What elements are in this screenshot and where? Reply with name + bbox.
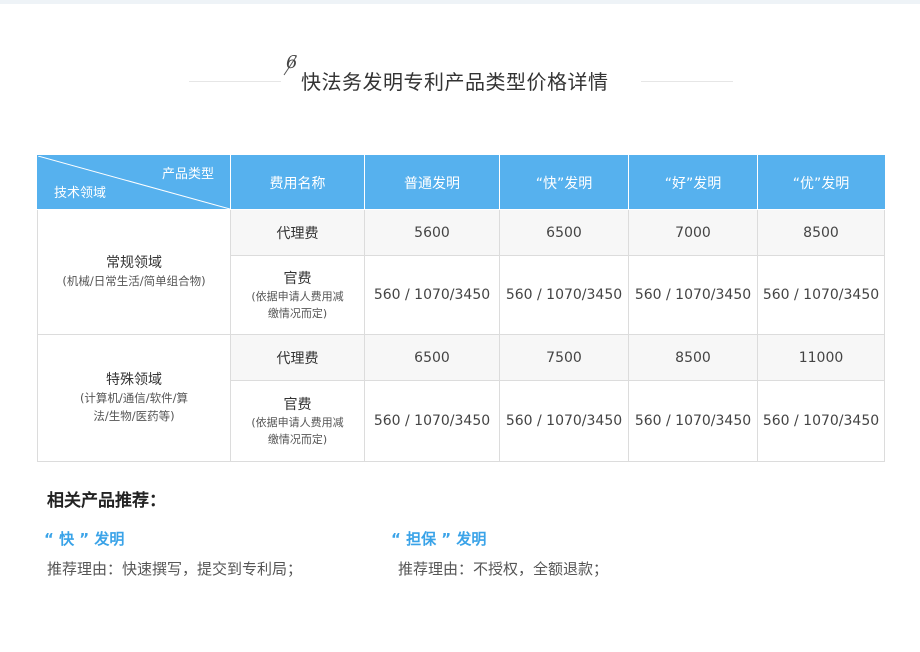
recommend-item-guarantee: “ 担保 ” 发明 推荐理由：不授权，全额退款； — [391, 528, 608, 579]
price-cell: 560 / 1070/3450 — [364, 255, 500, 335]
domain-description: (计算机/通信/软件/算法/生物/医药等) — [79, 391, 189, 423]
recommend-reason: 推荐理由：快速撰写，提交到专利局； — [47, 560, 303, 578]
price-cell: 560 / 1070/3450 — [757, 380, 885, 462]
price-table: 产品类型 技术领域 费用名称 普通发明 “快”发明 “好”发明 “优”发明 常规… — [37, 155, 885, 462]
price-cell: 560 / 1070/3450 — [757, 255, 885, 335]
header-fee-name: 费用名称 — [230, 155, 365, 210]
domain-name: 特殊领域 — [106, 372, 162, 388]
price-cell: 560 / 1070/3450 — [628, 380, 758, 462]
price-cell: 8500 — [628, 334, 758, 381]
price-cell: 6500 — [499, 209, 629, 256]
domain-cell-special: 特殊领域 (计算机/通信/软件/算法/生物/医药等) — [37, 334, 231, 462]
title-divider-left — [189, 81, 281, 82]
domain-name: 常规领域 — [106, 255, 162, 271]
recommend-link-guarantee-invention[interactable]: “ 担保 ” 发明 — [391, 528, 608, 549]
page-title: 快法务发明专利产品类型价格详情 — [301, 70, 609, 94]
table-header-row: 产品类型 技术领域 费用名称 普通发明 “快”发明 “好”发明 “优”发明 — [37, 155, 885, 210]
fee-note: (依据申请人费用减缴情况而定) — [251, 290, 344, 320]
price-cell: 6500 — [364, 334, 500, 381]
corner-label-tech-domain: 技术领域 — [54, 186, 107, 201]
fee-label: 官费 — [283, 397, 312, 413]
title-number: 6 — [286, 52, 298, 73]
price-cell: 560 / 1070/3450 — [364, 380, 500, 462]
fee-label: 官费 — [283, 271, 312, 287]
recommend-reason: 推荐理由：不授权，全额退款； — [398, 560, 609, 578]
table-row: 常规领域 (机械/日常生活/简单组合物) 代理费 5600 6500 7000 … — [37, 209, 885, 335]
fee-note: (依据申请人费用减缴情况而定) — [251, 416, 344, 446]
price-cell: 560 / 1070/3450 — [499, 380, 629, 462]
fee-name-agent: 代理费 — [230, 334, 365, 381]
price-cell: 560 / 1070/3450 — [499, 255, 629, 335]
table-row: 特殊领域 (计算机/通信/软件/算法/生物/医药等) 代理费 6500 7500… — [37, 334, 885, 462]
recommend-item-fast: “ 快 ” 发明 推荐理由：快速撰写，提交到专利局； — [44, 528, 302, 579]
recommend-link-fast-invention[interactable]: “ 快 ” 发明 — [44, 528, 302, 549]
header-premium-invention: “优”发明 — [757, 155, 885, 210]
header-good-invention: “好”发明 — [628, 155, 758, 210]
header-normal-invention: 普通发明 — [364, 155, 500, 210]
corner-header: 产品类型 技术领域 — [37, 155, 231, 210]
fee-name-official: 官费 (依据申请人费用减缴情况而定) — [230, 380, 365, 462]
price-cell: 560 / 1070/3450 — [628, 255, 758, 335]
fee-name-agent: 代理费 — [230, 209, 365, 256]
header-fast-invention: “快”发明 — [499, 155, 629, 210]
price-cell: 7500 — [499, 334, 629, 381]
section-title: 6 快法务发明专利产品类型价格详情 — [0, 52, 920, 98]
domain-cell-regular: 常规领域 (机械/日常生活/简单组合物) — [37, 209, 231, 335]
price-cell: 5600 — [364, 209, 500, 256]
price-cell: 11000 — [757, 334, 885, 381]
price-cell: 7000 — [628, 209, 758, 256]
price-cell: 8500 — [757, 209, 885, 256]
fee-name-official: 官费 (依据申请人费用减缴情况而定) — [230, 255, 365, 335]
corner-label-product-type: 产品类型 — [161, 167, 214, 182]
domain-description: (机械/日常生活/简单组合物) — [62, 274, 206, 288]
related-products-heading: 相关产品推荐： — [47, 491, 166, 511]
title-divider-right — [641, 81, 733, 82]
top-border — [0, 0, 920, 4]
